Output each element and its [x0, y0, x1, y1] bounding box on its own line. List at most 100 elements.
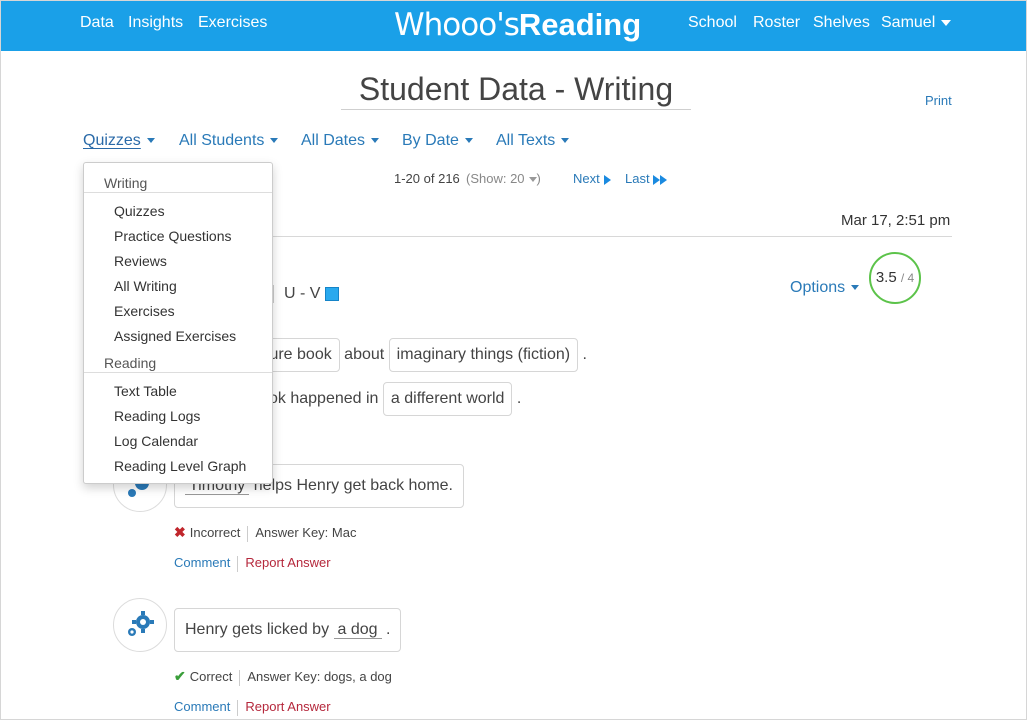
dropdown-header-writing: Writing [104, 175, 148, 191]
filter-label: By Date [402, 132, 459, 149]
report-answer-link[interactable]: Report Answer [245, 555, 330, 570]
question-actions: Comment Report Answer [174, 699, 331, 716]
last-icon-2 [659, 174, 667, 185]
menu-item-practice-questions[interactable]: Practice Questions [114, 228, 232, 244]
divider [237, 699, 239, 716]
filter-label: Quizzes [83, 132, 141, 149]
filter-dates[interactable]: All Dates [301, 132, 380, 150]
filter-students[interactable]: All Students [179, 132, 279, 150]
next-icon [603, 174, 611, 185]
question-text: helps Henry get back home. [253, 477, 453, 494]
options-menu[interactable]: Options [790, 279, 860, 297]
filter-label: All Dates [301, 132, 366, 149]
logo-part1: Whooo's [394, 7, 520, 43]
next-page-link[interactable]: Next [573, 171, 611, 186]
filter-sort[interactable]: By Date [402, 132, 473, 150]
quizzes-dropdown-menu: Writing Quizzes Practice Questions Revie… [83, 162, 273, 484]
chevron-down-icon [941, 19, 952, 26]
correct-icon: ✔ [174, 668, 186, 684]
divider [239, 669, 241, 686]
question-text: . [386, 621, 391, 638]
next-label: Next [573, 171, 600, 186]
menu-item-reading-level-graph[interactable]: Reading Level Graph [114, 458, 246, 474]
options-label: Options [790, 279, 846, 296]
score-total: / 4 [900, 271, 915, 285]
chevron-down-icon [371, 138, 380, 144]
sentence-text: . [582, 346, 587, 363]
question-text: Henry gets licked by [185, 621, 330, 638]
result-row: ✔ Correct Answer Key: dogs, a dog [174, 668, 392, 686]
status-text: Correct [189, 669, 233, 684]
sentence-setting: ok happened in a different world . [269, 382, 521, 416]
chevron-down-icon [270, 138, 279, 144]
divider [84, 192, 272, 193]
nav-shelves[interactable]: Shelves [813, 14, 870, 32]
divider [273, 285, 274, 303]
last-icon [652, 174, 660, 185]
menu-item-text-table[interactable]: Text Table [114, 383, 177, 399]
divider [237, 555, 239, 572]
sentence-text: ok happened in [269, 390, 379, 407]
last-page-link[interactable]: Last [625, 171, 667, 186]
page-size-label: (Show: 20 [466, 171, 525, 186]
quiz-gear-icon [113, 598, 167, 652]
question-card: Henry gets licked by a dog . [174, 608, 402, 652]
menu-item-log-calendar[interactable]: Log Calendar [114, 433, 198, 449]
menu-item-reviews[interactable]: Reviews [114, 253, 167, 269]
incorrect-icon: ✖ [174, 524, 186, 540]
sentence-genre: cture book about imaginary things (ficti… [249, 338, 587, 372]
divider [84, 372, 272, 373]
entry-date: Mar 17, 2:51 pm [841, 212, 951, 229]
logo-part2: Reading [518, 7, 642, 42]
filter-texts[interactable]: All Texts [496, 132, 570, 150]
page-title: Student Data - Writing [341, 69, 691, 110]
sentence-text: about [344, 346, 385, 363]
app-window: Data Insights Exercises Whooo'sReading S… [0, 0, 1027, 720]
comment-link[interactable]: Comment [174, 555, 230, 570]
menu-item-all-writing[interactable]: All Writing [114, 278, 177, 294]
last-label: Last [625, 171, 650, 186]
nav-roster[interactable]: Roster [753, 14, 800, 32]
logo[interactable]: Whooo'sReading [394, 7, 641, 47]
pager-range-text: 1-20 of 216 [394, 171, 460, 186]
chevron-down-icon [464, 138, 473, 144]
nav-school[interactable]: School [688, 14, 737, 32]
answer-key: Answer Key: dogs, a dog [247, 669, 392, 684]
nav-exercises[interactable]: Exercises [198, 14, 267, 32]
page-size-close: ) [536, 171, 541, 186]
top-nav: Data Insights Exercises Whooo'sReading S… [1, 1, 1026, 51]
print-link[interactable]: Print [925, 93, 952, 108]
menu-item-assigned-exercises[interactable]: Assigned Exercises [114, 328, 236, 344]
nav-data[interactable]: Data [80, 14, 114, 32]
result-row: ✖ Incorrect Answer Key: Mac [174, 524, 356, 542]
score-badge: 3.5 / 4 [869, 252, 921, 304]
answer-key: Answer Key: Mac [255, 525, 357, 540]
chevron-down-icon [146, 138, 155, 144]
menu-item-reading-logs[interactable]: Reading Logs [114, 408, 200, 424]
answer-box: imaginary things (fiction) [388, 338, 579, 372]
answer-box: a different world [382, 382, 513, 416]
status-text: Incorrect [189, 525, 241, 540]
filter-label: All Students [179, 132, 265, 149]
menu-item-exercises[interactable]: Exercises [114, 303, 175, 319]
filter-label: All Texts [496, 132, 556, 149]
score-value: 3.5 [875, 269, 897, 286]
user-name: Samuel [881, 14, 936, 31]
pager-range: 1-20 of 216 [394, 171, 460, 186]
nav-insights[interactable]: Insights [128, 14, 183, 32]
user-menu[interactable]: Samuel [881, 14, 952, 32]
page-size-select[interactable]: (Show: 20) [466, 171, 541, 186]
dropdown-header-reading: Reading [104, 355, 157, 371]
reading-level-text: U - V [284, 285, 321, 303]
menu-item-quizzes[interactable]: Quizzes [114, 203, 165, 219]
level-indicator-icon [325, 287, 340, 301]
sentence-text: . [516, 390, 522, 407]
comment-link[interactable]: Comment [174, 699, 230, 714]
chevron-down-icon [851, 285, 860, 291]
filter-quizzes[interactable]: Quizzes [83, 132, 155, 150]
chevron-down-icon [561, 138, 570, 144]
divider [247, 525, 249, 542]
chevron-down-icon [528, 177, 537, 183]
report-answer-link[interactable]: Report Answer [245, 699, 330, 714]
question-actions: Comment Report Answer [174, 555, 331, 572]
